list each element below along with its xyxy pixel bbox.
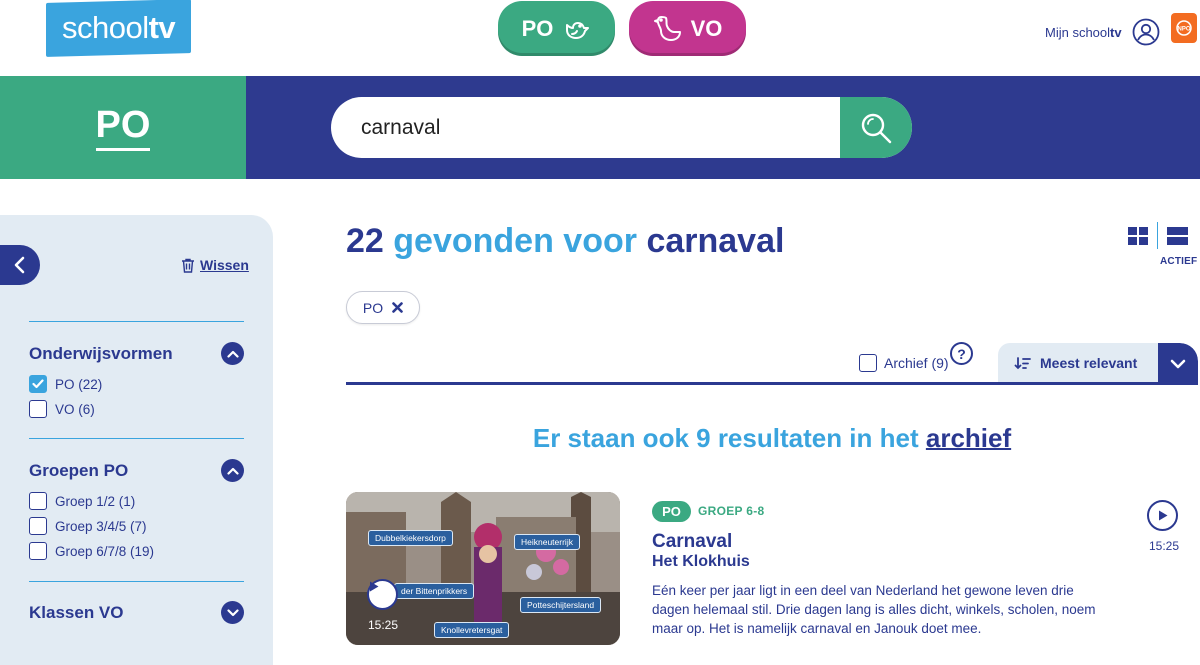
top-bar: schooltv PO VO Mijn schooltv NPO — [0, 0, 1200, 76]
sort-toggle-button[interactable] — [1158, 343, 1198, 384]
vo-button[interactable]: VO — [629, 1, 746, 56]
active-filter-chip[interactable]: PO — [346, 291, 420, 324]
filter-option-vo[interactable]: VO (6) — [29, 400, 95, 418]
result-thumbnail[interactable]: Dubbelkiekersdorp Heikneuterrijk der Bit… — [346, 492, 620, 645]
logo-suffix: tv — [148, 10, 176, 45]
account-link[interactable]: Mijn schooltv — [1045, 18, 1160, 46]
sort-label: Meest relevant — [1040, 355, 1138, 371]
search-icon — [861, 113, 892, 143]
search-band: PO — [0, 76, 1200, 179]
checkmark-icon — [32, 379, 44, 389]
results-query: carnaval — [646, 222, 785, 260]
account-label: Mijn schooltv — [1045, 24, 1122, 40]
results-mid-text: gevonden voor — [393, 222, 637, 260]
sidebar-divider — [29, 438, 244, 439]
chevron-down-icon — [226, 608, 239, 616]
thumbnail-caption: Potteschijtersland — [520, 597, 602, 613]
chevron-down-icon — [1170, 359, 1186, 368]
search-bar — [331, 97, 912, 158]
group-label: GROEP 6-8 — [698, 504, 765, 518]
results-divider — [346, 382, 1198, 385]
archive-toggle[interactable]: Archief (9) — [859, 354, 949, 372]
expand-klassen-vo-button[interactable] — [221, 601, 244, 624]
filter-group-title: Onderwijsvormen — [29, 344, 173, 363]
active-view-label: ACTIEF — [1160, 256, 1198, 267]
result-title[interactable]: Carnaval — [652, 531, 732, 553]
goose-icon — [653, 15, 681, 41]
svg-text:NPO: NPO — [1177, 27, 1190, 33]
chevron-up-icon — [226, 467, 239, 475]
filter-option-groep-6-7-8[interactable]: Groep 6/7/8 (19) — [29, 542, 154, 560]
search-input[interactable] — [331, 97, 841, 158]
checkbox-groep-3-4-5[interactable] — [29, 517, 47, 535]
result-duration: 15:25 — [1149, 539, 1180, 553]
collapse-groepen-po-button[interactable] — [221, 459, 244, 482]
thumbnail-caption: Dubbelkiekersdorp — [368, 530, 453, 546]
filter-option-po[interactable]: PO (22) — [29, 375, 102, 393]
level-badge: PO — [652, 501, 691, 522]
result-play-button[interactable] — [1147, 500, 1178, 531]
thumbnail-caption: Knollevretersgat — [434, 622, 510, 638]
active-filter-label: PO — [362, 299, 384, 316]
filter-option-groep-1-2[interactable]: Groep 1/2 (1) — [29, 492, 135, 510]
filter-option-groep-3-4-5[interactable]: Groep 3/4/5 (7) — [29, 517, 147, 535]
result-series: Het Klokhuis — [652, 553, 750, 570]
checkbox-groep-1-2[interactable] — [29, 492, 47, 510]
bird-icon — [566, 21, 590, 39]
results-heading: 22 gevonden voor carnaval — [346, 222, 784, 261]
vo-button-label: VO — [690, 15, 723, 41]
clear-filters-button[interactable]: Wissen — [181, 257, 249, 273]
filter-option-label: Groep 6/7/8 (19) — [55, 543, 155, 559]
chevron-up-icon — [226, 350, 239, 358]
help-icon[interactable]: ? — [950, 342, 973, 365]
checkbox-po[interactable] — [29, 375, 47, 393]
user-icon — [1132, 18, 1159, 46]
po-button[interactable]: PO — [498, 1, 615, 56]
logo-prefix: school — [61, 10, 149, 45]
npo-logo-icon[interactable]: NPO — [1171, 13, 1197, 43]
sidebar-divider — [29, 321, 244, 322]
play-icon — [1158, 510, 1167, 521]
sort-icon — [1014, 356, 1031, 369]
filter-sidebar: Wissen Onderwijsvormen PO (22) VO (6) Gr… — [0, 215, 273, 665]
play-icon — [370, 581, 379, 592]
thumbnail-caption: der Bittenprikkers — [394, 583, 475, 599]
thumbnail-caption: Heikneuterrijk — [514, 534, 580, 550]
archive-checkbox[interactable] — [859, 354, 877, 372]
sidebar-divider — [29, 581, 244, 582]
collapse-onderwijsvormen-button[interactable] — [221, 342, 244, 365]
result-description: Eén keer per jaar ligt in een deel van N… — [652, 583, 1096, 636]
search-button[interactable] — [840, 97, 912, 158]
thumbnail-duration: 15:25 — [368, 618, 399, 632]
section-indicator[interactable]: PO — [0, 76, 246, 179]
thumbnail-play-button[interactable] — [367, 579, 398, 610]
sort-dropdown[interactable]: Meest relevant — [998, 343, 1198, 384]
filter-option-label: VO (6) — [55, 401, 95, 417]
view-toggle-divider — [1157, 222, 1158, 249]
schooltv-logo[interactable]: schooltv — [46, 0, 191, 57]
section-label: PO — [95, 104, 151, 151]
list-view-icon[interactable] — [1167, 227, 1188, 245]
archive-notice: Er staan ook 9 resultaten in het archief — [346, 423, 1198, 454]
filter-option-label: PO (22) — [55, 376, 103, 392]
checkbox-groep-6-7-8[interactable] — [29, 542, 47, 560]
checkbox-vo[interactable] — [29, 400, 47, 418]
filter-group-title: Klassen VO — [29, 603, 124, 622]
sort-selected: Meest relevant — [1014, 355, 1137, 371]
archive-link[interactable]: archief — [926, 423, 1011, 453]
collapse-sidebar-button[interactable] — [0, 245, 40, 285]
results-count: 22 — [346, 222, 384, 260]
archive-checkbox-label: Archief (9) — [884, 355, 949, 371]
filter-group-title: Groepen PO — [29, 461, 129, 480]
po-button-label: PO — [521, 15, 554, 41]
trash-icon — [182, 258, 194, 273]
filter-option-label: Groep 1/2 (1) — [55, 493, 136, 509]
clear-filters-label: Wissen — [200, 257, 249, 273]
chevron-left-icon — [14, 256, 25, 274]
archive-notice-text: Er staan ook 9 resultaten in het — [532, 423, 919, 453]
grid-view-icon[interactable] — [1128, 227, 1148, 245]
filter-option-label: Groep 3/4/5 (7) — [55, 518, 147, 534]
npo-mark-icon: NPO — [1176, 20, 1192, 36]
close-icon[interactable] — [392, 302, 403, 313]
